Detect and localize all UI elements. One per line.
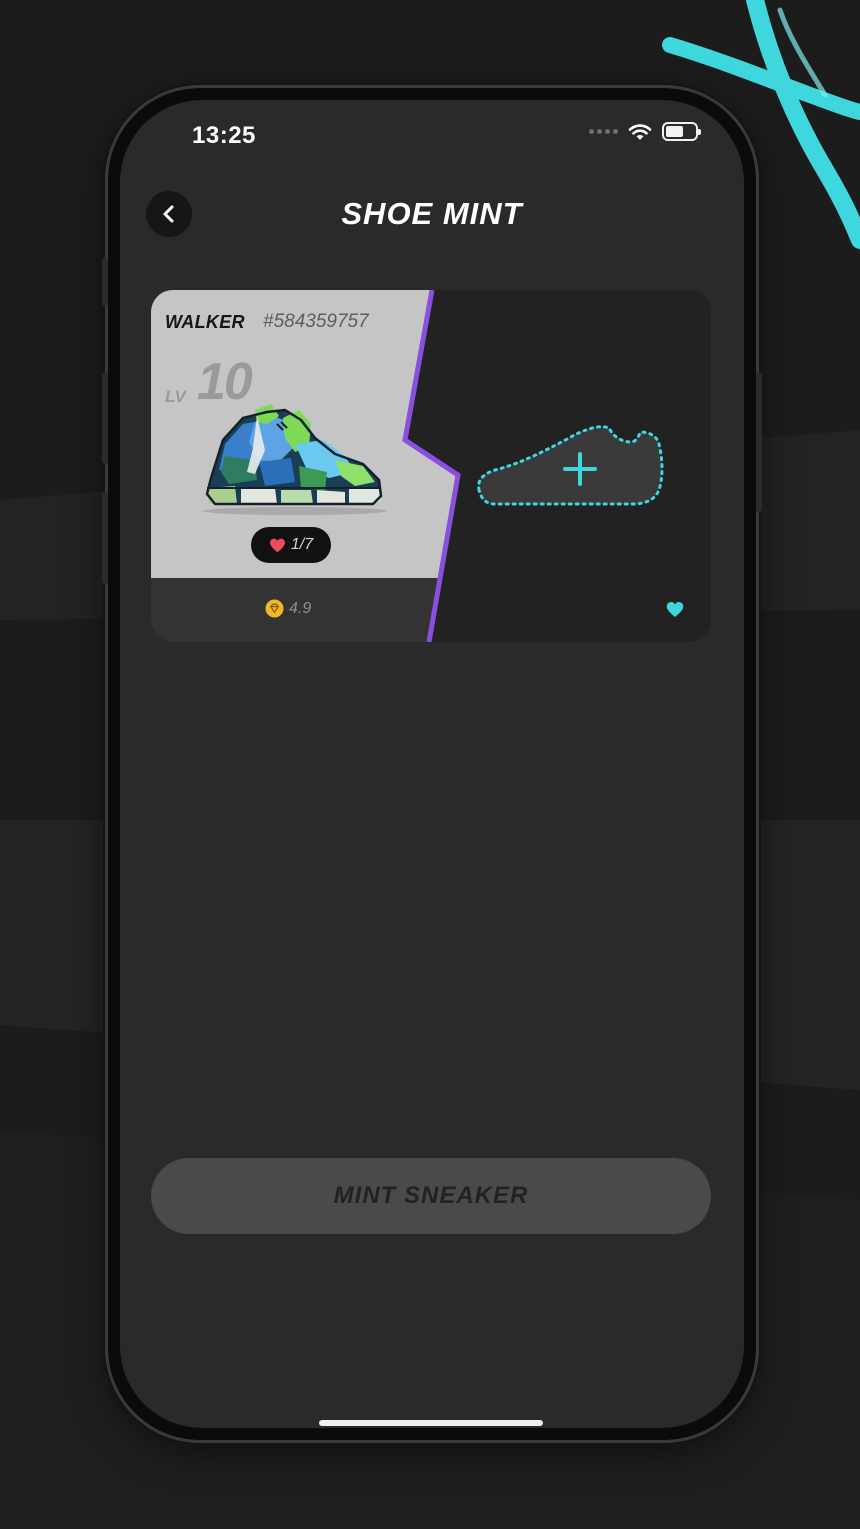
mint-count-badge: 1/7 — [251, 527, 331, 563]
status-time: 13:25 — [192, 122, 256, 149]
gem-token-icon — [265, 599, 284, 618]
heart-icon — [269, 538, 285, 552]
mint-sneaker-button-label: MINT SNEAKER — [333, 1182, 529, 1209]
status-icons — [589, 122, 701, 141]
sneaker-type: WALKER — [165, 312, 245, 332]
mint-count-value: 1/7 — [290, 536, 314, 553]
wifi-icon — [628, 123, 652, 140]
sneaker-slot-selected[interactable]: WALKER #584359757 LV 10 1/7 4.9 — [151, 290, 458, 642]
battery-icon — [662, 122, 701, 141]
heart-icon — [666, 602, 684, 617]
shoe-outline-icon — [477, 425, 664, 506]
rating-value: 4.9 — [289, 599, 312, 617]
mint-slots-card: WALKER #584359757 LV 10 1/7 4.9 — [151, 290, 711, 642]
power-button — [756, 372, 762, 512]
level-label: LV — [165, 387, 186, 406]
page-title: SHOE MINT — [341, 196, 523, 231]
signal-dots-icon — [589, 129, 618, 134]
app-screen: 13:25 SHOE MINT WALKER #584359757 LV 10 … — [120, 100, 744, 1428]
empty-sneaker-slot[interactable] — [473, 420, 665, 520]
sneaker-rating: 4.9 — [265, 599, 311, 618]
silent-switch — [102, 258, 108, 306]
status-bar: 13:25 — [120, 100, 744, 160]
mint-sneaker-button[interactable]: MINT SNEAKER — [151, 1158, 711, 1234]
volume-down-button — [102, 492, 108, 584]
sneaker-id: #584359757 — [263, 311, 369, 332]
home-indicator[interactable] — [319, 1420, 543, 1426]
volume-up-button — [102, 372, 108, 464]
sneaker-image — [203, 404, 387, 515]
phone-frame: 13:25 SHOE MINT WALKER #584359757 LV 10 … — [102, 88, 762, 1440]
header: SHOE MINT — [120, 180, 744, 240]
